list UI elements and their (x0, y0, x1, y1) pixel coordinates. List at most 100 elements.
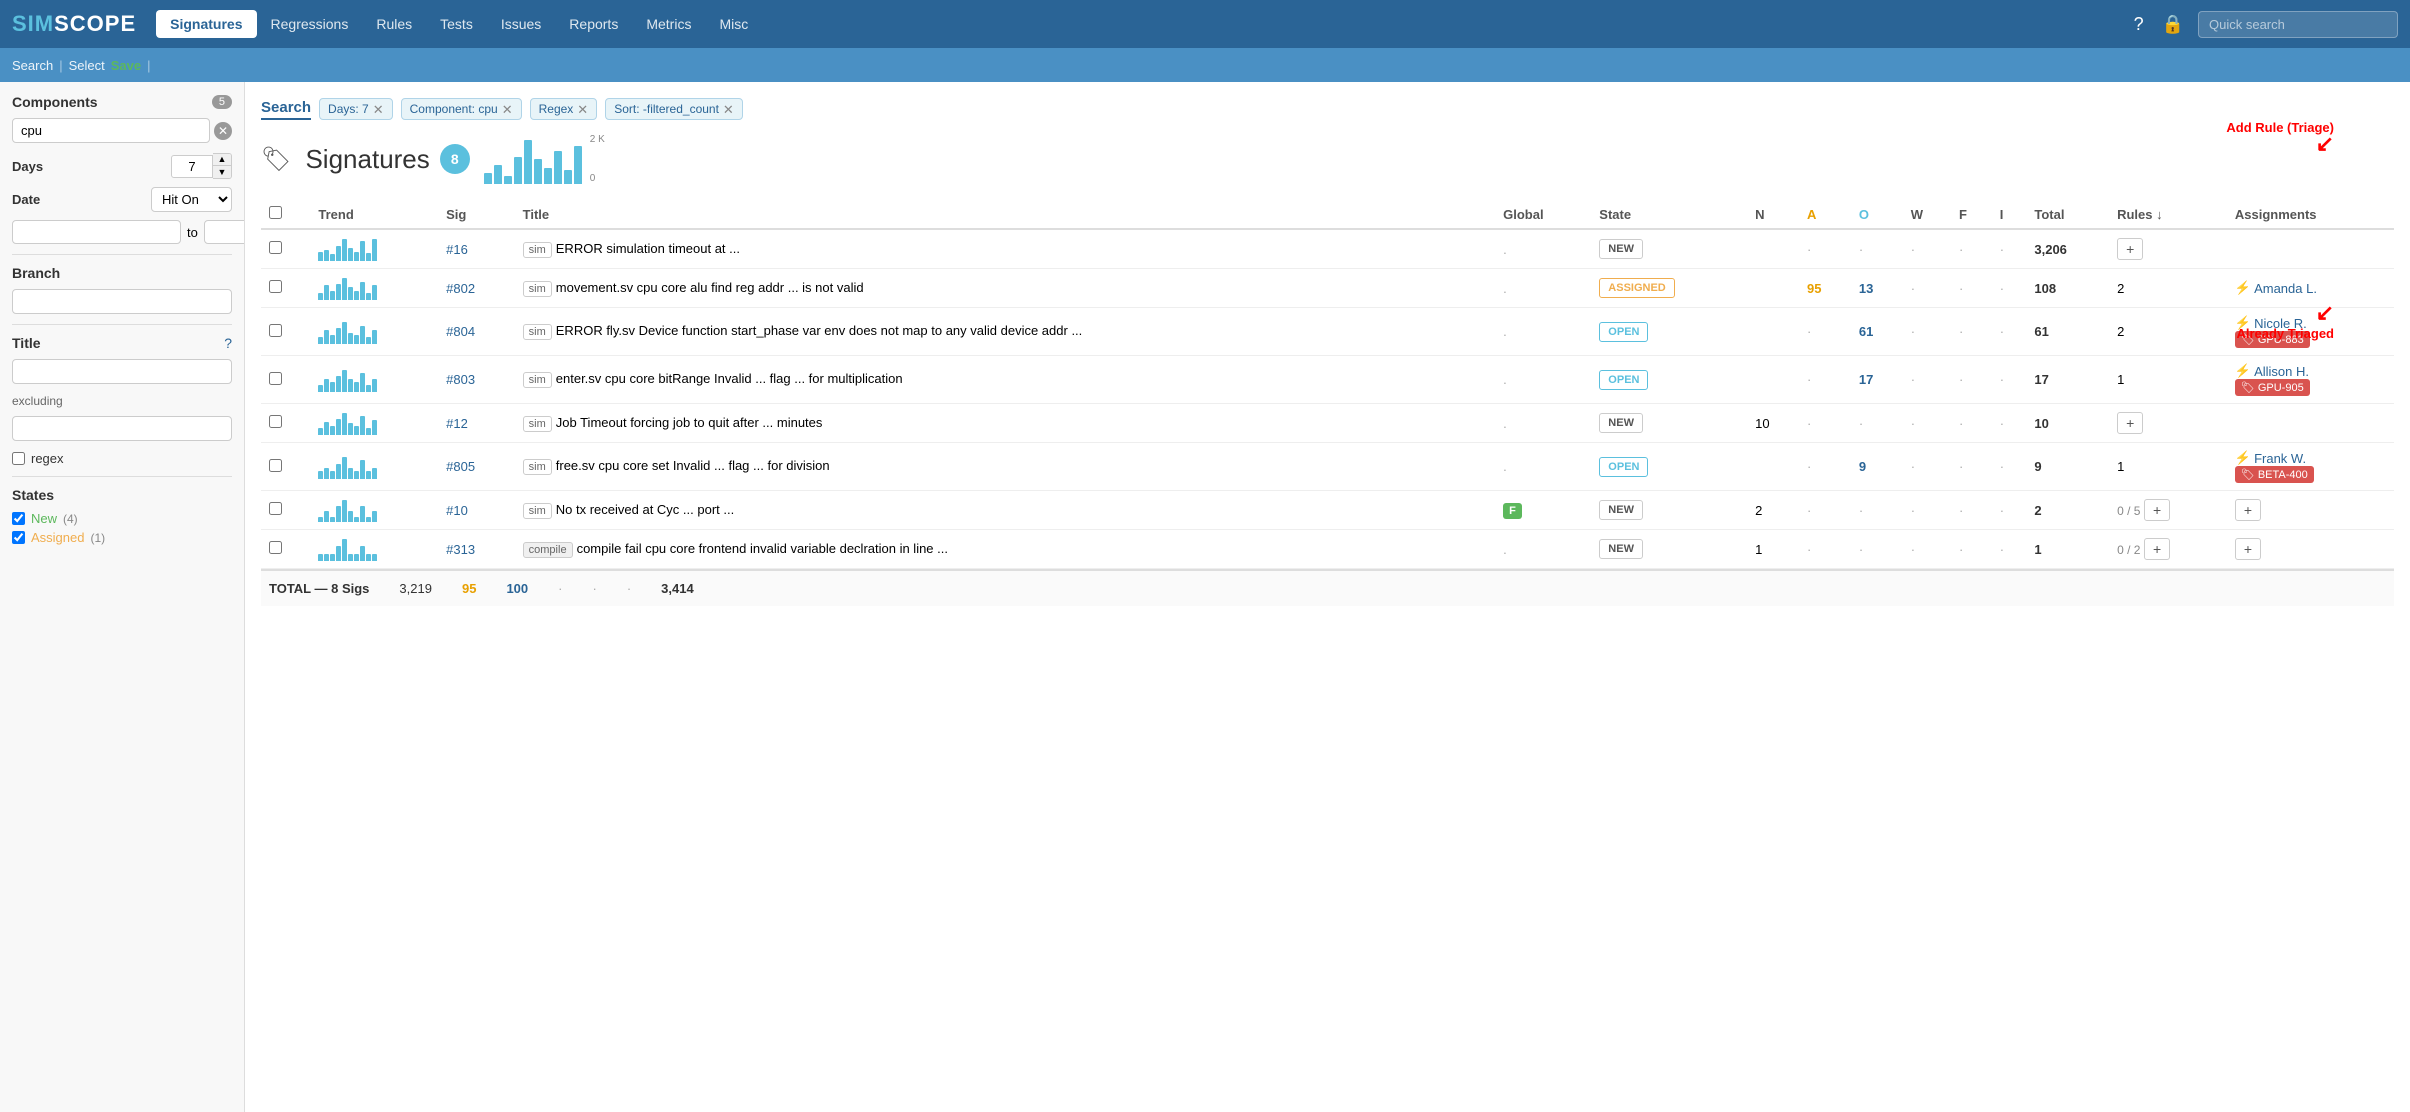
trend-bar-segment (372, 511, 377, 522)
assignment-link[interactable]: ⚡Frank W. (2235, 450, 2386, 466)
assignment-plus-btn[interactable]: + (2235, 499, 2261, 521)
col-w[interactable]: W (1903, 200, 1951, 229)
assignment-link[interactable]: ⚡Allison H. (2235, 363, 2386, 379)
subnav-save[interactable]: Save (111, 58, 141, 73)
help-icon[interactable]: ? (2130, 10, 2148, 39)
table-row[interactable]: #802simmovement.sv cpu core alu find reg… (261, 269, 2394, 308)
col-f[interactable]: F (1951, 200, 1992, 229)
state-badge[interactable]: ASSIGNED (1599, 278, 1674, 298)
row-checkbox[interactable] (269, 502, 282, 515)
row-checkbox[interactable] (269, 372, 282, 385)
subnav-select[interactable]: Select (69, 58, 105, 73)
title-input[interactable] (12, 359, 232, 384)
table-row[interactable]: #313compilecompile fail cpu core fronten… (261, 530, 2394, 569)
nav-signatures[interactable]: Signatures (156, 10, 256, 38)
col-total[interactable]: Total (2026, 200, 2109, 229)
date-select[interactable]: Hit On Created (151, 187, 232, 212)
state-assigned-checkbox[interactable] (12, 531, 25, 544)
days-down-btn[interactable]: ▼ (213, 166, 231, 178)
search-tab[interactable]: Search (261, 99, 311, 120)
assignment-link[interactable]: ⚡Nicole R. (2235, 315, 2386, 331)
col-o[interactable]: O (1851, 200, 1903, 229)
sig-title-text[interactable]: enter.sv cpu core bitRange Invalid ... f… (556, 371, 903, 386)
state-badge[interactable]: NEW (1599, 539, 1643, 559)
title-help-icon[interactable]: ? (224, 335, 232, 351)
nav-misc[interactable]: Misc (705, 10, 762, 38)
trend-bar-segment (342, 278, 347, 300)
rule-tag[interactable]: 🏷BETA-400 (2235, 466, 2314, 483)
quick-search-input[interactable] (2198, 11, 2398, 38)
excluding-input[interactable] (12, 416, 232, 441)
sig-title-text[interactable]: Job Timeout forcing job to quit after ..… (556, 415, 823, 430)
table-row[interactable]: #805simfree.sv cpu core set Invalid ... … (261, 443, 2394, 491)
state-new-label[interactable]: New (4) (31, 511, 78, 526)
nav-reports[interactable]: Reports (555, 10, 632, 38)
table-row[interactable]: #803simenter.sv cpu core bitRange Invali… (261, 356, 2394, 404)
select-all-checkbox[interactable] (269, 206, 282, 219)
sig-title-text[interactable]: No tx received at Cyc ... port ... (556, 502, 734, 517)
state-badge[interactable]: OPEN (1599, 322, 1648, 342)
regex-checkbox[interactable] (12, 452, 25, 465)
col-a[interactable]: A (1799, 200, 1851, 229)
rule-tag[interactable]: 🏷GPU-883 (2235, 331, 2310, 348)
subnav-search[interactable]: Search (12, 58, 53, 73)
table-row[interactable]: #12simJob Timeout forcing job to quit af… (261, 404, 2394, 443)
state-badge[interactable]: OPEN (1599, 370, 1648, 390)
date-from-input[interactable] (12, 220, 181, 244)
regex-label[interactable]: regex (31, 451, 64, 466)
filter-sort-remove[interactable]: ✕ (723, 103, 734, 116)
col-trend[interactable]: Trend (310, 200, 438, 229)
filter-regex-remove[interactable]: ✕ (577, 103, 588, 116)
col-title[interactable]: Title (515, 200, 1495, 229)
row-checkbox[interactable] (269, 415, 282, 428)
nav-tests[interactable]: Tests (426, 10, 487, 38)
rules-plus-btn[interactable]: + (2117, 238, 2143, 260)
sig-title-text[interactable]: compile fail cpu core frontend invalid v… (577, 541, 948, 556)
nav-metrics[interactable]: Metrics (632, 10, 705, 38)
assignment-link[interactable]: ⚡Amanda L. (2235, 280, 2386, 296)
state-assigned-label[interactable]: Assigned (1) (31, 530, 105, 545)
col-n[interactable]: N (1747, 200, 1799, 229)
row-checkbox[interactable] (269, 541, 282, 554)
sig-title-text[interactable]: free.sv cpu core set Invalid ... flag ..… (556, 458, 830, 473)
rules-plus-btn[interactable]: + (2144, 538, 2170, 560)
sig-title-text[interactable]: ERROR fly.sv Device function start_phase… (556, 323, 1083, 338)
sig-title-text[interactable]: movement.sv cpu core alu find reg addr .… (556, 280, 864, 295)
days-up-btn[interactable]: ▲ (213, 154, 231, 166)
state-badge[interactable]: NEW (1599, 239, 1643, 259)
table-row[interactable]: #804simERROR fly.sv Device function star… (261, 308, 2394, 356)
state-badge[interactable]: NEW (1599, 500, 1643, 520)
nav-issues[interactable]: Issues (487, 10, 555, 38)
components-clear-btn[interactable]: ✕ (214, 122, 232, 140)
row-checkbox[interactable] (269, 324, 282, 337)
date-to-input[interactable] (204, 220, 245, 244)
col-assignments[interactable]: Assignments (2227, 200, 2394, 229)
nav-rules[interactable]: Rules (362, 10, 426, 38)
filter-days-remove[interactable]: ✕ (373, 103, 384, 116)
rules-plus-btn[interactable]: + (2144, 499, 2170, 521)
components-input[interactable] (12, 118, 210, 143)
filter-component-remove[interactable]: ✕ (502, 103, 513, 116)
filter-regex-label: Regex (539, 102, 574, 116)
row-checkbox[interactable] (269, 459, 282, 472)
col-global[interactable]: Global (1495, 200, 1591, 229)
lock-icon[interactable]: 🔒 (2158, 10, 2188, 39)
rules-plus-btn[interactable]: + (2117, 412, 2143, 434)
state-badge[interactable]: OPEN (1599, 457, 1648, 477)
state-badge[interactable]: NEW (1599, 413, 1643, 433)
row-checkbox[interactable] (269, 280, 282, 293)
table-row[interactable]: #16simERROR simulation timeout at ....NE… (261, 229, 2394, 269)
days-input[interactable] (171, 155, 213, 178)
rule-tag[interactable]: 🏷GPU-905 (2235, 379, 2310, 396)
col-sig[interactable]: Sig (438, 200, 515, 229)
nav-regressions[interactable]: Regressions (257, 10, 363, 38)
row-checkbox[interactable] (269, 241, 282, 254)
table-row[interactable]: #10simNo tx received at Cyc ... port ...… (261, 491, 2394, 530)
assignment-plus-btn[interactable]: + (2235, 538, 2261, 560)
sig-title-text[interactable]: ERROR simulation timeout at ... (556, 241, 740, 256)
state-new-checkbox[interactable] (12, 512, 25, 525)
branch-input[interactable] (12, 289, 232, 314)
col-i[interactable]: I (1992, 200, 2027, 229)
col-rules[interactable]: Rules ↓ (2109, 200, 2227, 229)
col-state[interactable]: State (1591, 200, 1747, 229)
